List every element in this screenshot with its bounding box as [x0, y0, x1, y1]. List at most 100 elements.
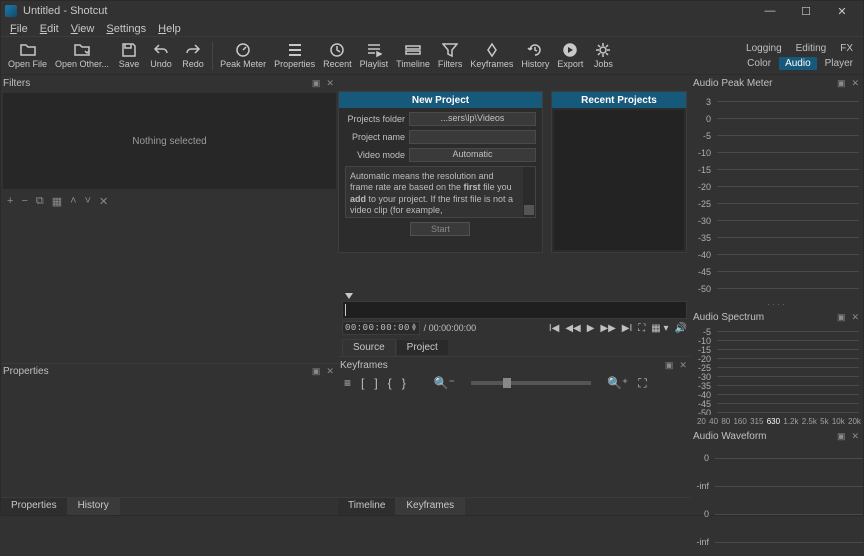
timeline-button[interactable]: Timeline — [393, 39, 433, 73]
save-button[interactable]: Save — [114, 39, 144, 73]
rewind-button[interactable]: ◀◀ — [565, 323, 580, 334]
kf-brace-close[interactable]: } — [402, 376, 406, 390]
play-button[interactable]: ▶ — [587, 323, 595, 334]
skip-previous-button[interactable]: I◀ — [549, 323, 559, 334]
peak-meter-button[interactable]: Peak Meter — [217, 39, 269, 73]
menu-edit[interactable]: Edit — [35, 22, 64, 36]
tab-audio[interactable]: Audio — [779, 57, 817, 70]
timecode-total: / 00:00:00:00 — [424, 323, 477, 333]
filters-button[interactable]: Filters — [435, 39, 466, 73]
start-button[interactable]: Start — [410, 222, 470, 236]
video-mode-select[interactable]: Automatic — [409, 148, 536, 162]
filter-move-down-button[interactable]: ˅ — [85, 195, 91, 207]
player-tab-project[interactable]: Project — [396, 339, 449, 356]
menu-file[interactable]: File — [5, 22, 33, 36]
open-other-label: Open Other... — [55, 59, 109, 69]
kf-zoom-in-button[interactable]: 🔍⁺ — [607, 376, 628, 390]
tab-timeline-bottom[interactable]: Timeline — [338, 498, 396, 515]
playhead-marker-icon[interactable] — [345, 293, 353, 299]
peak-tick: -45 — [697, 263, 859, 280]
tab-logging[interactable]: Logging — [740, 42, 788, 55]
spectrum-undock-button[interactable]: ▣ — [835, 312, 848, 323]
filter-move-up-button[interactable]: ˄ — [70, 195, 76, 207]
tab-player[interactable]: Player — [819, 57, 859, 70]
kf-zoom-fit-button[interactable]: ⛶ — [638, 376, 646, 391]
open-file-button[interactable]: Open File — [5, 39, 50, 73]
spectrum-axis-label: 40 — [709, 417, 718, 426]
playlist-button[interactable]: Playlist — [357, 39, 392, 73]
menu-help[interactable]: Help — [153, 22, 186, 36]
properties-button[interactable]: Properties — [271, 39, 318, 73]
grid-button[interactable]: ▦ ▾ — [651, 323, 668, 334]
properties-undock-button[interactable]: ▣ — [310, 366, 323, 377]
project-name-input[interactable] — [409, 130, 536, 144]
history-button[interactable]: History — [518, 39, 552, 73]
window-maximize-button[interactable]: ☐ — [789, 2, 823, 20]
kf-brace-open[interactable]: { — [388, 376, 392, 390]
tab-fx[interactable]: FX — [834, 42, 859, 55]
properties-icon — [287, 42, 303, 58]
zoom-fit-button[interactable]: ⛶ — [638, 323, 645, 334]
undo-label: Undo — [150, 59, 172, 69]
kf-zoom-slider[interactable] — [471, 381, 591, 385]
main-toolbar: Open File Open Other... Save Undo Redo P… — [1, 37, 863, 75]
tab-editing[interactable]: Editing — [790, 42, 833, 55]
jobs-button[interactable]: Jobs — [588, 39, 618, 73]
peak-close-button[interactable]: ✕ — [849, 78, 861, 89]
filter-remove-button[interactable]: − — [21, 195, 27, 207]
project-name-label: Project name — [345, 132, 405, 142]
peak-resize-handle[interactable]: ···· — [691, 299, 863, 309]
filters-close-button[interactable]: ✕ — [324, 78, 336, 89]
fast-forward-button[interactable]: ▶▶ — [600, 323, 615, 334]
window-close-button[interactable]: ✕ — [825, 2, 859, 20]
volume-button[interactable]: 🔊 — [675, 323, 687, 334]
properties-close-button[interactable]: ✕ — [324, 366, 336, 377]
peak-tick: -50 — [697, 280, 859, 297]
peak-meter-icon — [235, 42, 251, 58]
keyframes-button[interactable]: Keyframes — [467, 39, 516, 73]
peak-tick: -25 — [697, 195, 859, 212]
player-scrubber[interactable] — [342, 301, 687, 319]
open-other-button[interactable]: Open Other... — [52, 39, 112, 73]
kf-zoom-out-button[interactable]: 🔍⁻ — [434, 376, 455, 390]
projects-folder-button[interactable]: ...sers\lp\Videos — [409, 112, 536, 126]
tab-properties-bottom[interactable]: Properties — [1, 498, 68, 515]
waveform-close-button[interactable]: ✕ — [849, 431, 861, 442]
tab-history-bottom[interactable]: History — [68, 498, 120, 515]
spectrum-close-button[interactable]: ✕ — [849, 312, 861, 323]
description-scrollbar[interactable] — [523, 167, 535, 217]
open-file-label: Open File — [8, 59, 47, 69]
filters-undock-button[interactable]: ▣ — [310, 78, 323, 89]
filter-copy-button[interactable]: ⧉ — [36, 195, 44, 208]
menu-view[interactable]: View — [66, 22, 100, 36]
waveform-undock-button[interactable]: ▣ — [835, 431, 848, 442]
filter-add-button[interactable]: + — [7, 195, 13, 207]
tab-color[interactable]: Color — [741, 57, 777, 70]
spectrum-scale: -5-10-15-20-25-30-35-40-45-50 — [691, 325, 863, 415]
tab-keyframes-bottom[interactable]: Keyframes — [396, 498, 465, 515]
undo-button[interactable]: Undo — [146, 39, 176, 73]
keyframes-undock-button[interactable]: ▣ — [663, 360, 676, 371]
player-area: 00:00:00:00▲▼ / 00:00:00:00 I◀ ◀◀ ▶ ▶▶ ▶… — [338, 293, 691, 356]
redo-button[interactable]: Redo — [178, 39, 208, 73]
timecode-current[interactable]: 00:00:00:00▲▼ — [342, 321, 420, 335]
playlist-icon — [366, 42, 382, 58]
filter-deselect-button[interactable]: ✕ — [99, 195, 108, 208]
player-tab-source[interactable]: Source — [342, 339, 396, 356]
menu-settings[interactable]: Settings — [101, 22, 151, 36]
menubar: File Edit View Settings Help — [1, 21, 863, 37]
skip-next-button[interactable]: ▶I — [622, 323, 632, 334]
layout-tabs-row1: Logging Editing FX — [740, 42, 859, 55]
keyframes-close-button[interactable]: ✕ — [677, 360, 689, 371]
recent-button[interactable]: Recent — [320, 39, 355, 73]
export-button[interactable]: Export — [554, 39, 586, 73]
filter-paste-button[interactable]: ▦ — [52, 195, 62, 208]
waveform-tick: 0 — [691, 500, 863, 528]
kf-bracket-open-1[interactable]: [ — [361, 376, 364, 390]
open-other-icon — [74, 42, 90, 58]
kf-bracket-close-1[interactable]: ] — [374, 376, 377, 390]
peak-undock-button[interactable]: ▣ — [835, 78, 848, 89]
window-minimize-button[interactable]: — — [753, 2, 787, 20]
kf-menu-button[interactable]: ≡ — [344, 376, 351, 390]
redo-label: Redo — [182, 59, 204, 69]
